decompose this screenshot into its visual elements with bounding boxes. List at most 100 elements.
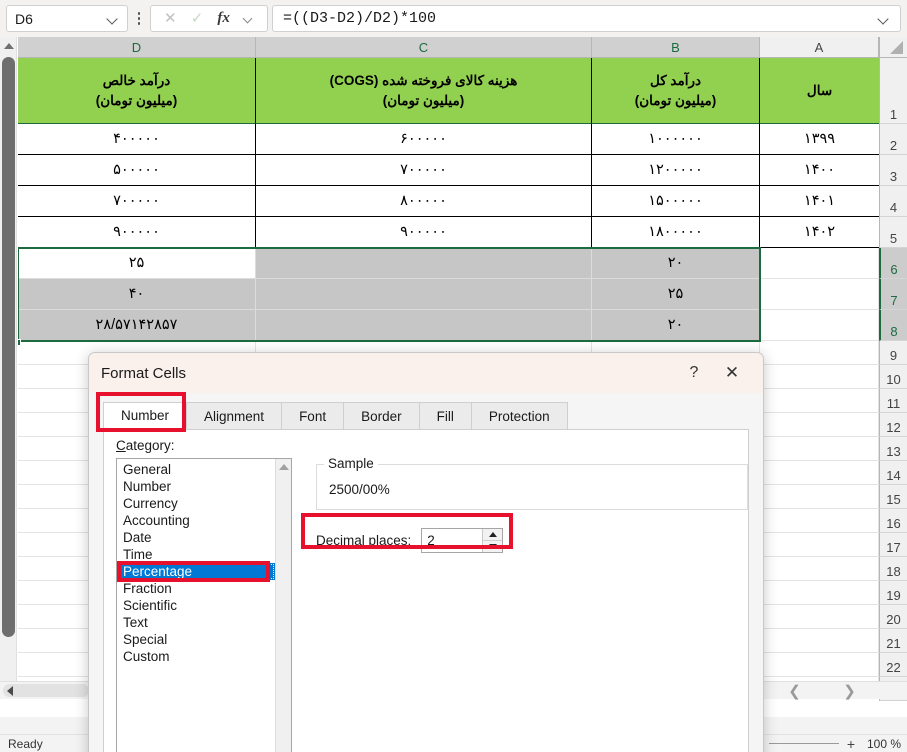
vertical-scrollbar[interactable] [0,37,17,699]
stepper-up-button[interactable] [483,529,503,541]
decimal-places-input[interactable] [422,529,483,552]
cell-A6[interactable] [760,248,879,279]
row-header-10[interactable]: 10 [879,365,907,389]
tab-font[interactable]: Font [281,402,345,429]
row-header-22[interactable]: 22 [879,653,907,677]
category-item-custom[interactable]: Custom [117,648,275,665]
cell-A1[interactable]: سال [760,58,879,124]
scroll-up-icon[interactable] [0,37,17,54]
row-header-5[interactable]: 5 [879,217,907,248]
cell-C6[interactable] [256,248,592,279]
row-header-12[interactable]: 12 [879,413,907,437]
enter-formula-icon[interactable]: ✓ [191,11,204,26]
category-item-number[interactable]: Number [117,478,275,495]
cell-C4[interactable]: ۸۰۰۰۰۰ [256,186,592,217]
tab-number[interactable]: Number [103,402,188,429]
scroll-up-icon[interactable] [279,464,289,470]
cell-C1[interactable]: هزینه کالای فروخته شده (COGS) (میلیون تو… [256,58,592,124]
chevron-down-icon[interactable] [107,13,119,25]
cell-A14[interactable] [760,461,879,485]
zoom-level-label[interactable]: 100 % [863,737,901,751]
category-item-percentage[interactable]: Percentage [117,563,275,580]
chevron-right-icon[interactable]: ❯ [843,682,856,700]
row-header-1[interactable]: 1 [879,58,907,124]
row-header-4[interactable]: 4 [879,186,907,217]
cell-D2[interactable]: ۴۰۰۰۰۰ [18,124,256,155]
cell-D3[interactable]: ۵۰۰۰۰۰ [18,155,256,186]
cell-A10[interactable] [760,365,879,389]
tab-border[interactable]: Border [343,402,420,429]
cell-A17[interactable] [760,533,879,557]
cell-A21[interactable] [760,629,879,653]
tab-fill[interactable]: Fill [418,402,472,429]
row-header-3[interactable]: 3 [879,155,907,186]
cell-D8[interactable]: ۲۸/۵۷۱۴۲۸۵۷ [18,310,256,341]
cell-D6[interactable]: ۲۵ [18,248,256,279]
chevron-left-icon[interactable]: ❮ [788,682,801,700]
tab-alignment[interactable]: Alignment [186,402,283,429]
category-item-special[interactable]: Special [117,631,275,648]
cell-A19[interactable] [760,581,879,605]
row-header-20[interactable]: 20 [879,605,907,629]
row-header-19[interactable]: 19 [879,581,907,605]
category-item-accounting[interactable]: Accounting [117,512,275,529]
column-header-A[interactable]: A [760,37,879,58]
zoom-in-icon[interactable]: + [847,736,855,752]
cell-C3[interactable]: ۷۰۰۰۰۰ [256,155,592,186]
cell-A2[interactable]: ۱۳۹۹ [760,124,879,155]
cell-B6[interactable]: ۲۰ [592,248,760,279]
name-box[interactable]: D6 [6,5,128,32]
tab-protection[interactable]: Protection [470,402,568,429]
cell-A7[interactable] [760,279,879,310]
row-header-9[interactable]: 9 [879,341,907,365]
column-header-C[interactable]: C [256,37,592,58]
row-header-11[interactable]: 11 [879,389,907,413]
category-item-time[interactable]: Time [117,546,275,563]
expand-formula-bar-icon[interactable] [878,13,890,25]
row-header-14[interactable]: 14 [879,461,907,485]
cell-A8[interactable] [760,310,879,341]
row-header-7[interactable]: 7 [879,279,907,310]
cell-B2[interactable]: ۱۰۰۰۰۰۰ [592,124,760,155]
category-scrollbar[interactable] [275,459,291,752]
row-header-18[interactable]: 18 [879,557,907,581]
cell-D7[interactable]: ۴۰ [18,279,256,310]
category-listbox[interactable]: General Number Currency Accounting Date … [116,458,292,752]
cell-C2[interactable]: ۶۰۰۰۰۰ [256,124,592,155]
cell-B1[interactable]: درآمد کل (میلیون تومان) [592,58,760,124]
cell-C8[interactable] [256,310,592,341]
vertical-scrollbar-thumb[interactable] [2,57,15,637]
cell-A9[interactable] [760,341,879,365]
more-options-icon[interactable] [132,5,146,32]
category-item-fraction[interactable]: Fraction [117,580,275,597]
cell-C5[interactable]: ۹۰۰۰۰۰ [256,217,592,248]
cell-A5[interactable]: ۱۴۰۲ [760,217,879,248]
row-header-13[interactable]: 13 [879,437,907,461]
cell-A12[interactable] [760,413,879,437]
column-header-B[interactable]: B [592,37,760,58]
cell-A20[interactable] [760,605,879,629]
help-icon[interactable]: ? [675,358,713,388]
row-header-6[interactable]: 6 [879,248,907,279]
cell-B5[interactable]: ۱۸۰۰۰۰۰ [592,217,760,248]
cell-A16[interactable] [760,509,879,533]
selection-fill-handle[interactable] [18,339,21,346]
insert-function-icon[interactable]: fx [217,11,230,26]
cell-A11[interactable] [760,389,879,413]
row-header-8[interactable]: 8 [879,310,907,341]
stepper-down-button[interactable] [483,541,503,552]
cell-A4[interactable]: ۱۴۰۱ [760,186,879,217]
row-header-17[interactable]: 17 [879,533,907,557]
cell-A22[interactable] [760,653,879,677]
cell-A3[interactable]: ۱۴۰۰ [760,155,879,186]
category-item-general[interactable]: General [117,461,275,478]
cell-D5[interactable]: ۹۰۰۰۰۰ [18,217,256,248]
close-icon[interactable]: ✕ [713,358,751,388]
cell-B8[interactable]: ۲۰ [592,310,760,341]
cell-A18[interactable] [760,557,879,581]
category-item-date[interactable]: Date [117,529,275,546]
cell-A15[interactable] [760,485,879,509]
row-header-15[interactable]: 15 [879,485,907,509]
chevron-down-icon[interactable] [244,14,254,24]
cell-C7[interactable] [256,279,592,310]
